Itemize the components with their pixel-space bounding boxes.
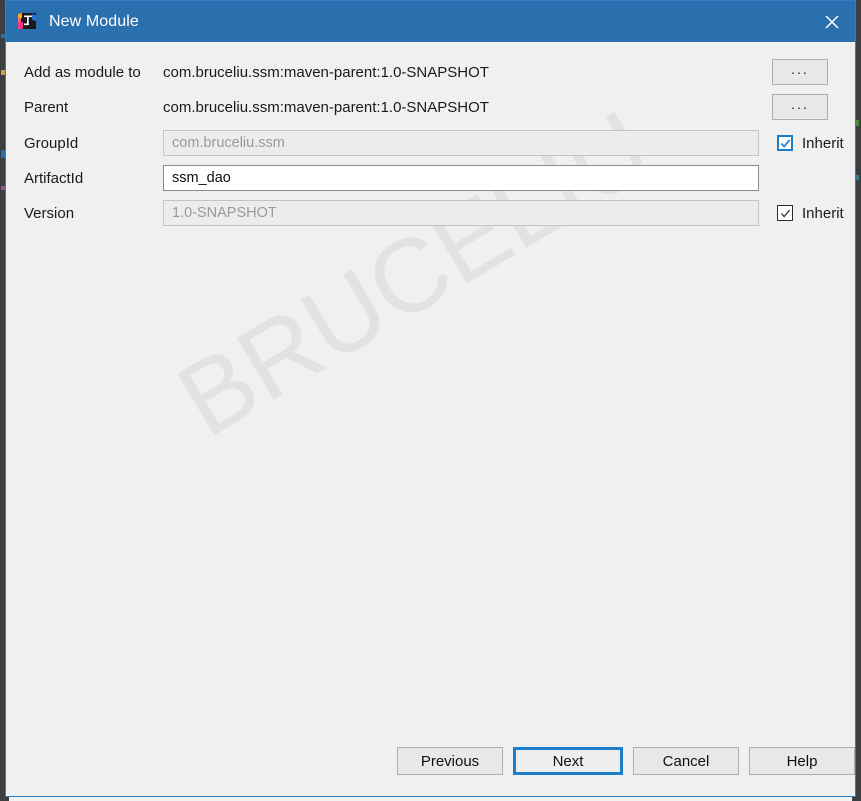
groupid-inherit-label: Inherit bbox=[802, 134, 844, 152]
version-inherit-checkbox-group[interactable]: Inherit bbox=[777, 205, 844, 222]
groupid-inherit-checkbox-group[interactable]: Inherit bbox=[777, 135, 844, 152]
dialog-footer: Previous Next Cancel Help bbox=[6, 742, 855, 796]
help-button[interactable]: Help bbox=[749, 747, 855, 775]
artifactid-input[interactable] bbox=[163, 165, 759, 191]
intellij-idea-icon bbox=[17, 12, 37, 32]
row-version: Version Inherit bbox=[6, 200, 855, 226]
close-icon[interactable] bbox=[809, 1, 855, 42]
label-artifactid: ArtifactId bbox=[24, 169, 84, 187]
dialog-content: BRUCELIU Add as module to com.bruceliu.s… bbox=[6, 42, 855, 796]
label-add-as-module-to: Add as module to bbox=[24, 63, 141, 81]
add-as-module-to-browse-button[interactable]: ... bbox=[772, 59, 828, 85]
label-parent: Parent bbox=[24, 98, 69, 116]
label-groupid: GroupId bbox=[24, 134, 79, 152]
value-parent: com.bruceliu.ssm:maven-parent:1.0-SNAPSH… bbox=[163, 98, 489, 116]
row-artifactid: ArtifactId bbox=[6, 165, 855, 191]
row-groupid: GroupId Inherit bbox=[6, 130, 855, 156]
next-button[interactable]: Next bbox=[513, 747, 623, 775]
version-inherit-label: Inherit bbox=[802, 204, 844, 222]
parent-browse-button[interactable]: ... bbox=[772, 94, 828, 120]
dialog-titlebar: New Module bbox=[6, 1, 855, 42]
cancel-button[interactable]: Cancel bbox=[633, 747, 739, 775]
row-parent: Parent com.bruceliu.ssm:maven-parent:1.0… bbox=[6, 94, 855, 120]
new-module-dialog: New Module BRUCELIU Add as module to com… bbox=[5, 0, 856, 797]
version-inherit-checkbox[interactable] bbox=[777, 205, 793, 221]
row-add-as-module-to: Add as module to com.bruceliu.ssm:maven-… bbox=[6, 59, 855, 85]
version-input[interactable] bbox=[163, 200, 759, 226]
dialog-title: New Module bbox=[49, 12, 139, 30]
previous-button[interactable]: Previous bbox=[397, 747, 503, 775]
groupid-inherit-checkbox[interactable] bbox=[777, 135, 793, 151]
groupid-input[interactable] bbox=[163, 130, 759, 156]
label-version: Version bbox=[24, 204, 75, 222]
value-add-as-module-to: com.bruceliu.ssm:maven-parent:1.0-SNAPSH… bbox=[163, 63, 489, 81]
